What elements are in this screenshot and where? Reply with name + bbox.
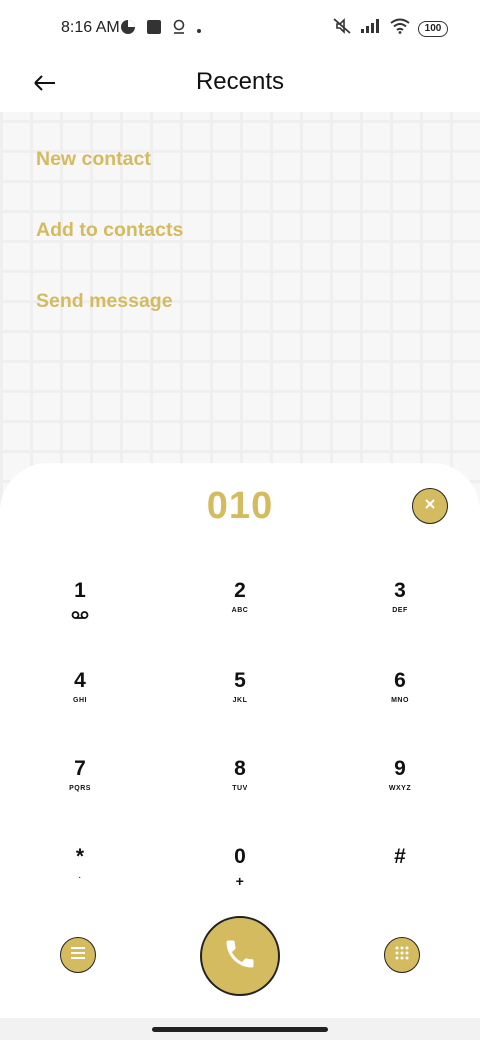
key-6[interactable]: 6 MNO <box>345 667 455 739</box>
page-title: Recents <box>195 68 285 95</box>
status-time: 8:16 AM <box>61 19 120 36</box>
key-7[interactable]: 7 PQRS <box>25 755 135 827</box>
signal-icon <box>360 18 382 39</box>
menu-button[interactable] <box>60 937 96 973</box>
status-bar: 8:16 AM 100 <box>0 0 480 56</box>
location-icon <box>172 19 186 40</box>
home-indicator[interactable] <box>152 1027 328 1032</box>
status-right-icons: 100 <box>332 17 448 40</box>
key-8[interactable]: 8 TUV <box>185 755 295 827</box>
dialpad-panel: 010 1 2 ABC 3 DEF 4 GHI 5 JKL 6 MNO 7 PQ… <box>0 463 480 1040</box>
key-star[interactable]: * . <box>25 843 135 915</box>
key-7-letters: PQRS <box>69 785 91 792</box>
add-to-contacts-option[interactable]: Add to contacts <box>0 199 480 270</box>
vpn-icon <box>120 19 136 40</box>
key-7-digit: 7 <box>74 757 86 780</box>
key-5[interactable]: 5 JKL <box>185 667 295 739</box>
call-button[interactable] <box>200 916 280 996</box>
key-5-letters: JKL <box>232 697 248 704</box>
key-8-digit: 8 <box>234 757 246 780</box>
status-left-icons <box>120 19 202 40</box>
menu-icon <box>70 946 86 965</box>
action-menu: New contact Add to contacts Send message <box>0 128 480 341</box>
key-6-letters: MNO <box>391 697 409 704</box>
send-message-option[interactable]: Send message <box>0 270 480 341</box>
dialpad-toggle-button[interactable] <box>384 937 420 973</box>
dialpad-grid-icon <box>394 945 410 966</box>
mute-icon <box>332 17 352 40</box>
key-4-digit: 4 <box>74 669 86 692</box>
key-2-digit: 2 <box>234 579 246 602</box>
key-9[interactable]: 9 WXYZ <box>345 755 455 827</box>
key-8-letters: TUV <box>232 785 248 792</box>
key-3-digit: 3 <box>394 579 406 602</box>
key-0[interactable]: 0 + <box>185 843 295 915</box>
key-4[interactable]: 4 GHI <box>25 667 135 739</box>
key-1-digit: 1 <box>74 579 86 602</box>
clear-button[interactable] <box>412 488 448 524</box>
key-3-letters: DEF <box>392 607 408 614</box>
stop-icon <box>146 19 162 40</box>
wifi-icon <box>390 18 410 39</box>
key-1[interactable]: 1 <box>25 577 135 649</box>
key-4-letters: GHI <box>73 697 87 704</box>
key-9-digit: 9 <box>394 757 406 780</box>
key-5-digit: 5 <box>234 669 246 692</box>
key-hash[interactable]: # <box>345 843 455 915</box>
key-9-letters: WXYZ <box>388 785 412 792</box>
dialed-number: 010 <box>206 485 274 527</box>
close-icon <box>424 497 436 515</box>
key-star-letters: . <box>78 873 82 880</box>
dot-icon <box>196 21 202 39</box>
key-6-digit: 6 <box>394 669 406 692</box>
app-bar: Recents <box>0 56 480 112</box>
battery-icon: 100 <box>418 20 448 37</box>
key-hash-digit: # <box>394 845 406 868</box>
key-0-digit: 0 <box>234 845 246 868</box>
key-2[interactable]: 2 ABC <box>185 577 295 649</box>
new-contact-option[interactable]: New contact <box>0 128 480 199</box>
key-3[interactable]: 3 DEF <box>345 577 455 649</box>
key-0-letters: + <box>235 873 245 889</box>
key-2-letters: ABC <box>231 607 249 614</box>
key-star-digit: * <box>75 845 85 868</box>
voicemail-icon <box>25 607 135 625</box>
phone-icon <box>222 936 258 977</box>
